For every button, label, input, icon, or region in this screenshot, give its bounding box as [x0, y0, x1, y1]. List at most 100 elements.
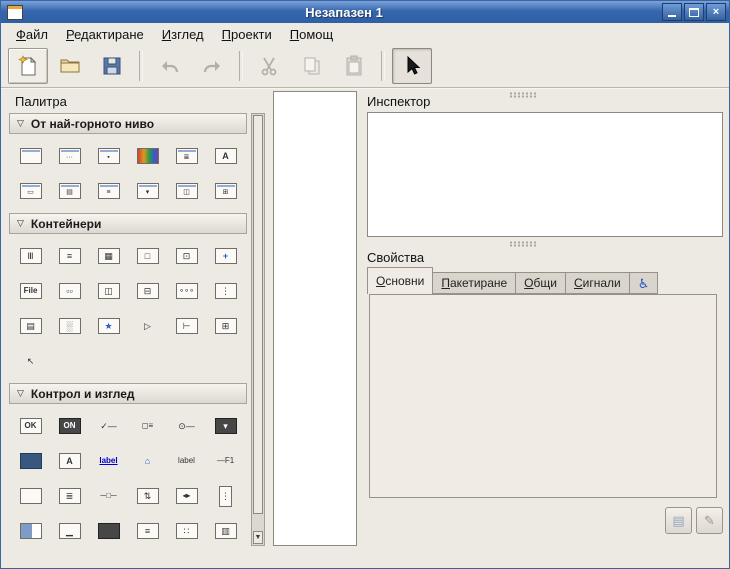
palette-item-scrolled-window[interactable]: + [210, 244, 242, 268]
palette-item-dialog[interactable]: ··· [54, 144, 86, 168]
menu-edit[interactable]: Редактиране [57, 25, 153, 44]
palette-item-vpaned[interactable]: ⊟ [132, 279, 164, 303]
workspace-canvas[interactable] [273, 91, 357, 546]
menu-view[interactable]: Изглед [153, 25, 213, 44]
tab-common[interactable]: Общи [516, 272, 566, 294]
palette-item-statusbar[interactable]: ▁ [54, 519, 86, 543]
redo-icon [200, 54, 224, 78]
palette-item-vscrollbar[interactable]: ⋮ [210, 484, 242, 508]
properties-editor-area [369, 294, 717, 498]
new-document-icon [16, 54, 40, 78]
palette-item-table[interactable]: ▦ [93, 244, 125, 268]
palette-item-check-button[interactable]: ✓— [93, 414, 125, 438]
palette-item-hpaned[interactable]: ◫ [93, 279, 125, 303]
palette-item-toolbar[interactable]: ▫▫ [54, 279, 86, 303]
tab-packing[interactable]: Пакетиране [433, 272, 516, 294]
palette-item-label[interactable]: label [171, 449, 203, 473]
palette-item-hbuttonbox[interactable]: ∘∘∘ [171, 279, 203, 303]
palette-item-file-chooser-dialog[interactable]: ≡ [93, 179, 125, 203]
palette-item-frame[interactable]: ⊡ [171, 244, 203, 268]
info-button[interactable]: ▤ [665, 507, 692, 534]
properties-tabs: ОсновниПакетиранеОбщиСигнали♿ [367, 267, 658, 294]
expander-triangle-icon: ▽ [17, 388, 24, 399]
properties-buttons: ▤ ✎ [665, 507, 723, 534]
palette-item-link-button[interactable]: label [93, 449, 125, 473]
palette-item-label-widget[interactable]: A [54, 449, 86, 473]
palette-item-color-selection-dialog[interactable] [132, 144, 164, 168]
palette-item-input-dialog[interactable]: ▭ [15, 179, 47, 203]
palette-section-controls[interactable]: ▽ Контрол и изглед [9, 383, 247, 404]
palette-item-entry[interactable] [15, 484, 47, 508]
palette-section-containers[interactable]: ▽ Контейнери [9, 213, 247, 234]
palette-item-font-selection-dialog[interactable]: ≣ [171, 144, 203, 168]
palette-item-viewport[interactable]: ░ [54, 314, 86, 338]
save-button[interactable] [92, 48, 132, 84]
palette-item-button[interactable]: OK [15, 414, 47, 438]
palette-item-accel-label[interactable]: —F1 [210, 449, 242, 473]
palette-item-radio-button[interactable]: ⊙— [171, 414, 203, 438]
maximize-icon[interactable] [684, 3, 704, 21]
palette-item-spin-button[interactable]: ⇅ [132, 484, 164, 508]
palette-item-layout[interactable]: ⊞ [210, 314, 242, 338]
menubar: ФайлРедактиранеИзгледПроектиПомощ [1, 23, 729, 45]
palette-item-hbox[interactable]: Ⅲ [15, 244, 47, 268]
palette-item-image[interactable] [93, 519, 125, 543]
palette-item-socket[interactable]: ⊞ [210, 179, 242, 203]
palette-section-title: Контрол и изглед [31, 387, 135, 401]
inspector-tree[interactable] [367, 112, 723, 237]
palette-item-hscrollbar[interactable]: ◂▸ [171, 484, 203, 508]
palette-item-hscale[interactable]: ─□─ [93, 484, 125, 508]
toolbar [1, 45, 729, 88]
toolbar-separator [239, 51, 243, 81]
palette-item-fixed[interactable]: □ [132, 244, 164, 268]
palette-item-notebook[interactable]: ▤ [15, 314, 47, 338]
scrollbar-down-arrow-icon[interactable]: ▼ [253, 531, 263, 544]
palette-item-vbox[interactable]: ≡ [54, 244, 86, 268]
palette-grid-controls: OK ON ✓— ◻≡ ⊙— ▾ Alabel ⌂ label —F1 ≣ ─□─ ⇅ ◂▸ ⋮ ▁ ≡ ∷ ▥ [9, 404, 247, 546]
close-icon[interactable]: × [706, 3, 726, 21]
palette-item-combo-dialog[interactable]: ▾ [132, 179, 164, 203]
palette-item-option-menu[interactable]: ◻≡ [132, 414, 164, 438]
pane-grip-handle[interactable] [509, 92, 537, 98]
pane-grip-handle[interactable] [509, 241, 537, 247]
palette-item-icon-view[interactable]: ∷ [171, 519, 203, 543]
palette-item-handle-box[interactable]: ⊢ [171, 314, 203, 338]
menu-file[interactable]: Файл [7, 25, 57, 44]
palette-item-home-button[interactable]: ⌂ [132, 449, 164, 473]
palette-item-text-view[interactable]: ≣ [54, 484, 86, 508]
tab-signals[interactable]: Сигнали [566, 272, 630, 294]
palette-item-tree-view[interactable]: ▥ [210, 519, 242, 543]
tab-general[interactable]: Основни [367, 267, 433, 294]
palette-item-vbuttonbox[interactable]: ⋮ [210, 279, 242, 303]
palette-item-about-dialog[interactable]: A [210, 144, 242, 168]
palette-grid-containers: Ⅲ ≡ ▦ □ ⊡ + File ▫▫ ◫ ⊟ ∘∘∘ ⋮ ▤ ░ ★ ▷ ⊢ ⊞ ↖ [9, 234, 247, 383]
menu-projects[interactable]: Проекти [213, 25, 281, 44]
palette-item-combo-box[interactable]: ▾ [210, 414, 242, 438]
palette-item-menubar[interactable]: File [15, 279, 47, 303]
edit-button[interactable]: ✎ [696, 507, 723, 534]
open-button[interactable] [50, 48, 90, 84]
palette-scrollbar[interactable]: ▼ [251, 113, 265, 546]
palette-item-custom-widget[interactable]: ★ [93, 314, 125, 338]
new-button[interactable] [8, 48, 48, 84]
palette-item-text-entry[interactable] [15, 449, 47, 473]
menu-help[interactable]: Помощ [281, 25, 342, 44]
palette-section-title: От най-горното ниво [31, 117, 154, 131]
palette-item-plug[interactable]: ◫ [171, 179, 203, 203]
cut-button [250, 48, 290, 84]
minimize-icon[interactable] [662, 3, 682, 21]
scrollbar-thumb[interactable] [253, 115, 263, 514]
palette-item-list-dialog[interactable]: ▤ [54, 179, 86, 203]
palette-item-alignment[interactable]: ↖ [15, 349, 47, 373]
tab-accessibility[interactable]: ♿ [630, 272, 659, 294]
paste-icon [342, 54, 366, 78]
palette-item-toggle-button[interactable]: ON [54, 414, 86, 438]
palette-item-list-view[interactable]: ≡ [132, 519, 164, 543]
palette-item-window[interactable] [15, 144, 47, 168]
palette-item-expander[interactable]: ▷ [132, 314, 164, 338]
palette-item-progress-bar[interactable] [15, 519, 47, 543]
titlebar[interactable]: Незапазен 1 × [1, 1, 729, 23]
palette-section-toplevel[interactable]: ▽ От най-горното ниво [9, 113, 247, 134]
pointer-button[interactable] [392, 48, 432, 84]
palette-item-message-dialog[interactable]: ▪ [93, 144, 125, 168]
